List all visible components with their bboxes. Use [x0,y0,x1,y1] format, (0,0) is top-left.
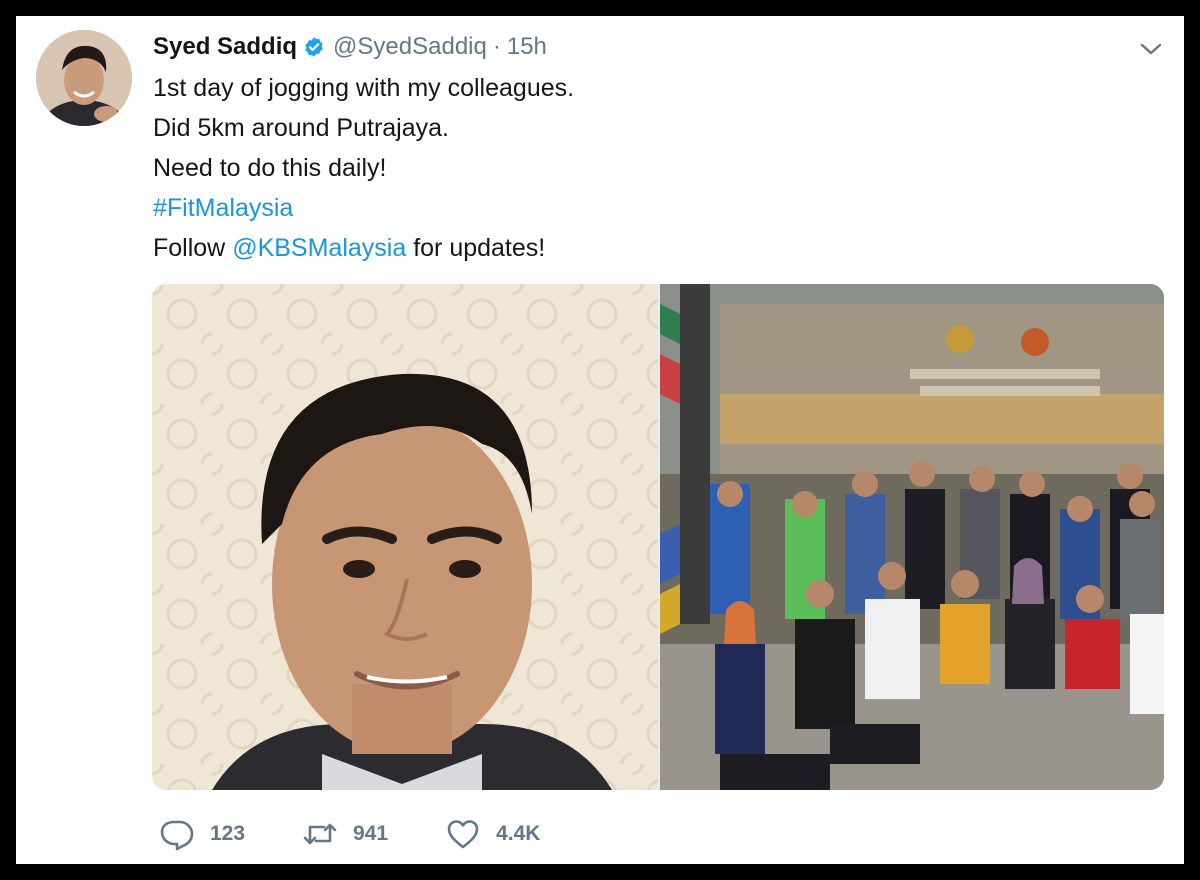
reply-count: 123 [210,822,246,845]
tweet-media [152,284,1164,790]
like-count: 4.4K [496,822,541,845]
retweet-icon [303,817,337,851]
tweet-timestamp[interactable]: 15h [507,33,547,61]
follow-suffix: for updates! [406,234,546,262]
tweet-line-5: Follow @KBSMalaysia for updates! [153,228,574,268]
author-handle[interactable]: @SyedSaddiq [333,33,487,61]
verified-badge-icon [303,36,325,58]
tweet-card: Syed Saddiq @SyedSaddiq · 15h 1st day of… [16,16,1184,864]
selfie-photo[interactable] [152,284,658,790]
mention-link[interactable]: @KBSMalaysia [232,234,406,262]
tweet-line-3: Need to do this daily! [153,154,387,182]
retweet-button[interactable]: 941 [303,817,388,851]
follow-prefix: Follow [153,234,233,262]
tweet-header: Syed Saddiq @SyedSaddiq · 15h [153,30,547,64]
tweet-line-4: #FitMalaysia [153,188,574,228]
author-name[interactable]: Syed Saddiq [153,33,297,61]
tweet-line-2: Did 5km around Putrajaya. [153,114,449,142]
avatar[interactable] [36,30,132,126]
separator-dot: · [492,33,501,60]
tweet-line-1: 1st day of jogging with my colleagues. [153,74,575,102]
hashtag-link[interactable]: #FitMalaysia [153,194,293,222]
like-icon [446,817,480,851]
reply-icon [160,817,194,851]
chevron-down-icon[interactable] [1138,36,1164,62]
like-button[interactable]: 4.4K [446,817,540,851]
tweet-text: 1st day of jogging with my colleagues. D… [153,68,574,268]
group-photo[interactable] [660,284,1164,790]
retweet-count: 941 [353,822,389,845]
tweet-actions: 123 941 4.4K [160,816,598,852]
reply-button[interactable]: 123 [160,817,245,851]
